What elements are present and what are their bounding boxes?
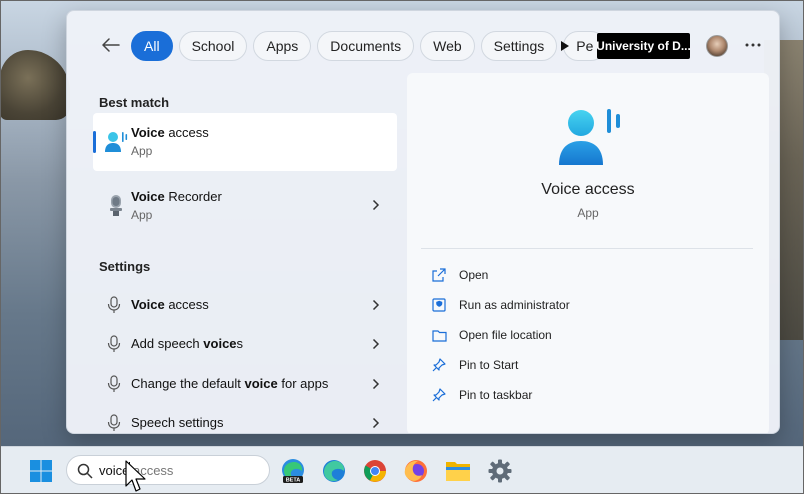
setting-change-default-voice[interactable]: Change the default voice for apps [93,366,397,402]
filter-settings[interactable]: Settings [480,31,558,61]
windows-start-icon[interactable] [29,459,53,483]
play-icon [561,41,569,51]
shield-icon [431,297,447,313]
chrome-icon[interactable] [361,457,389,485]
edge-icon[interactable] [320,457,348,485]
voice-recorder-icon [110,195,122,216]
best-match-header: Best match [99,95,170,110]
taskbar: voice access BETA [0,446,804,494]
result-voice-recorder[interactable]: Voice Recorder App [93,177,397,235]
wallpaper-rock-left [0,50,70,120]
filter-documents[interactable]: Documents [317,31,415,61]
result-subtitle: App [131,144,153,158]
search-flyout: All School Apps Documents Web Settings P… [66,10,780,434]
back-arrow-icon [102,38,120,52]
setting-label: Add speech voices [131,336,244,351]
mouse-pointer-icon [125,460,146,492]
settings-header: Settings [99,259,151,274]
action-pin-to-start[interactable]: Pin to Start [431,354,518,376]
action-pin-to-taskbar[interactable]: Pin to taskbar [431,384,532,406]
file-explorer-icon[interactable] [444,457,472,485]
edge-beta-badge: BETA [286,478,301,484]
result-title: Voice Recorder [131,189,222,204]
setting-label: Voice access [131,297,209,312]
result-title: Voice access [131,125,209,140]
more-options-button[interactable] [741,33,765,57]
ellipsis-icon [745,43,761,47]
filter-apps[interactable]: Apps [253,31,312,61]
setting-speech-settings[interactable]: Speech settings [93,405,397,433]
edge-beta-icon[interactable]: BETA [279,457,307,485]
setting-voice-access[interactable]: Voice access [93,287,397,323]
detail-divider [421,248,753,249]
action-open[interactable]: Open [431,264,488,286]
back-button[interactable] [99,33,123,57]
action-label: Pin to taskbar [459,388,533,402]
detail-app-title: Voice access [541,181,635,198]
user-avatar[interactable] [706,35,728,57]
action-open-file-location[interactable]: Open file location [431,324,552,346]
detail-pane: Voice access App Open Run as administrat… [407,73,769,433]
chevron-right-icon[interactable] [369,336,383,352]
action-label: Open file location [459,328,552,342]
filter-chips: All School Apps Documents Web Settings P… [131,31,607,61]
filter-bar: All School Apps Documents Web Settings P… [67,11,779,81]
voice-access-large-icon [559,109,620,165]
setting-label: Speech settings [131,415,224,430]
organization-button[interactable]: University of D... [597,33,690,59]
setting-add-speech-voices[interactable]: Add speech voices [93,326,397,362]
setting-label: Change the default voice for apps [131,376,329,391]
firefox-icon[interactable] [402,457,430,485]
more-filters-button[interactable] [556,37,574,55]
pin-icon [431,387,447,403]
chevron-right-icon[interactable] [369,297,383,313]
filter-school[interactable]: School [178,31,248,61]
folder-icon [431,327,447,343]
chevron-right-icon[interactable] [369,376,383,392]
open-external-icon [431,267,447,283]
result-subtitle: App [131,208,153,222]
chevron-right-icon[interactable] [369,415,383,431]
action-label: Pin to Start [459,358,519,372]
filter-web[interactable]: Web [420,31,475,61]
microphone-icon [107,335,121,352]
action-run-as-admin[interactable]: Run as administrator [431,294,570,316]
pin-icon [431,357,447,373]
results-pane: Best match Voice access App Voice Record… [67,81,405,433]
taskbar-search-box[interactable]: voice access [66,455,270,485]
action-label: Open [459,268,489,282]
chevron-right-icon[interactable] [369,197,383,213]
result-voice-access[interactable]: Voice access App [93,113,397,171]
detail-app-subtitle: App [577,206,599,220]
microphone-icon [107,375,121,392]
voice-access-icon [105,132,128,152]
microphone-icon [107,414,121,431]
result-text: Voice Recorder App [131,189,222,222]
microphone-icon [107,296,121,313]
search-icon [77,463,93,479]
result-text: Voice access App [131,125,209,158]
settings-gear-icon[interactable] [486,457,514,485]
filter-all[interactable]: All [131,31,173,61]
action-label: Run as administrator [459,298,570,312]
